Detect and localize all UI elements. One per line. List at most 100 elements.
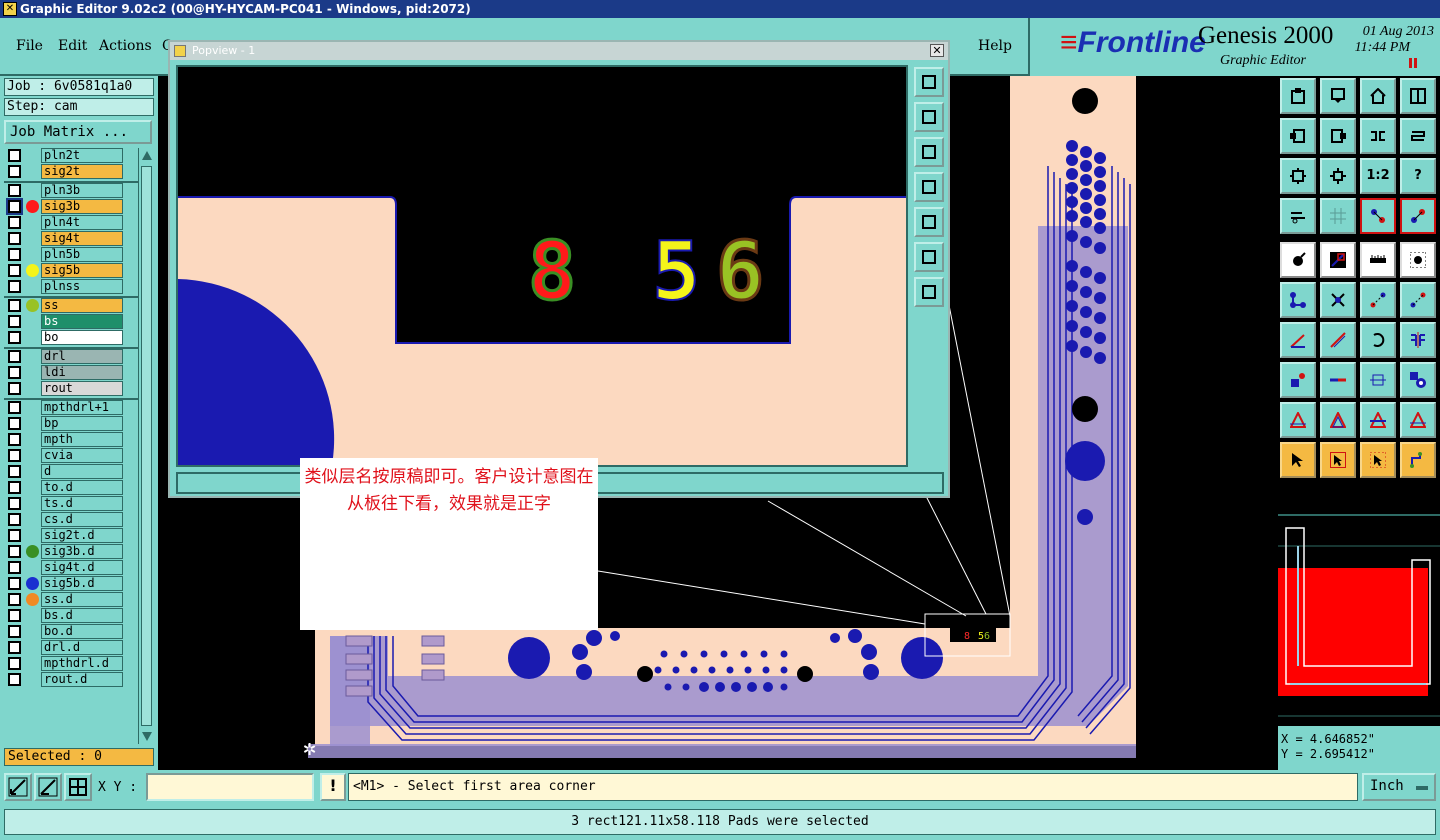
layer-name[interactable]: mpthdrl+1 [41, 400, 123, 415]
layer-checkbox[interactable] [8, 433, 21, 446]
layer-name[interactable]: ts.d [41, 496, 123, 511]
layer-name[interactable]: ss.d [41, 592, 123, 607]
layer-checkbox[interactable] [8, 165, 21, 178]
layer-checkbox[interactable] [8, 625, 21, 638]
alert-button[interactable]: ! [320, 773, 346, 801]
layer-name[interactable]: sig3b.d [41, 544, 123, 559]
fit-icon[interactable] [1280, 158, 1316, 194]
scroll-thumb[interactable] [141, 166, 152, 726]
layer-row-sig2t-d[interactable]: sig2t.d [4, 528, 138, 544]
layer-row-sig4t-d[interactable]: sig4t.d [4, 560, 138, 576]
pan-left-icon[interactable] [1280, 118, 1316, 154]
pause-icon[interactable] [1408, 58, 1418, 68]
layer-row-sig3b-d[interactable]: sig3b.d [4, 544, 138, 560]
layer-name[interactable]: cs.d [41, 512, 123, 527]
measure-icon[interactable] [1360, 362, 1396, 398]
home-icon[interactable] [1360, 78, 1396, 114]
open-icon[interactable] [1280, 78, 1316, 114]
window-icon[interactable] [1400, 78, 1436, 114]
layer-row-pln2t[interactable]: pln2t [4, 148, 138, 164]
popview-fit-button[interactable] [914, 242, 944, 272]
layer-checkbox[interactable] [8, 561, 21, 574]
scroll-up-icon[interactable] [142, 151, 152, 160]
xy-input[interactable] [146, 773, 314, 801]
layer-name[interactable]: sig2t [41, 164, 123, 179]
layer-checkbox[interactable] [8, 331, 21, 344]
layer-checkbox[interactable] [8, 513, 21, 526]
layer-name[interactable]: bs.d [41, 608, 123, 623]
layer-checkbox[interactable] [8, 657, 21, 670]
layer-name[interactable]: pln2t [41, 148, 123, 163]
layer-row-rout[interactable]: rout [4, 381, 138, 397]
layer-checkbox[interactable] [8, 545, 21, 558]
zoom-area-icon[interactable] [4, 773, 32, 801]
angle-icon[interactable] [1280, 322, 1316, 358]
grid-icon[interactable] [1320, 198, 1356, 234]
layer-checkbox[interactable] [8, 529, 21, 542]
pads-icon[interactable] [1400, 362, 1436, 398]
layer-name[interactable]: sig4t [41, 231, 123, 246]
layer-row-pln3b[interactable]: pln3b [4, 183, 138, 199]
layer-row-pln4t[interactable]: pln4t [4, 215, 138, 231]
layer-row-d[interactable]: d [4, 464, 138, 480]
popview-titlebar[interactable]: Popview - 1 ✕ [170, 42, 948, 60]
pad-place-icon[interactable] [1280, 362, 1316, 398]
layer-checkbox[interactable] [8, 609, 21, 622]
layer-name[interactable]: pln4t [41, 215, 123, 230]
job-matrix-button[interactable]: Job Matrix ... [4, 120, 152, 144]
measure-tool-icon[interactable] [34, 773, 62, 801]
layer-row-sig2t[interactable]: sig2t [4, 164, 138, 180]
line-tool-icon[interactable] [1320, 242, 1356, 278]
layer-name[interactable]: pln5b [41, 247, 123, 262]
layer-checkbox[interactable] [8, 593, 21, 606]
layer-name[interactable]: bp [41, 416, 123, 431]
layer-checkbox[interactable] [8, 673, 21, 686]
layer-row-cs-d[interactable]: cs.d [4, 512, 138, 528]
layer-name[interactable]: sig2t.d [41, 528, 123, 543]
help-icon[interactable]: ? [1400, 158, 1436, 194]
layer-checkbox[interactable] [8, 248, 21, 261]
net-icon[interactable] [1280, 282, 1316, 318]
layer-name[interactable]: sig5b [41, 263, 123, 278]
layer-row-sig5b[interactable]: sig5b [4, 263, 138, 279]
layer-row-ss[interactable]: ss [4, 298, 138, 314]
layer-name[interactable]: bs [41, 314, 123, 329]
layer-row-drl[interactable]: drl [4, 349, 138, 365]
menu-file[interactable]: File [16, 38, 43, 54]
layer-name[interactable]: drl [41, 349, 123, 364]
layer-checkbox[interactable] [8, 481, 21, 494]
layer-checkbox[interactable] [8, 417, 21, 430]
select-arrow-icon[interactable] [1280, 442, 1316, 478]
menu-help[interactable]: Help [978, 38, 1012, 54]
layer-checkbox[interactable] [8, 299, 21, 312]
segment-icon[interactable] [1320, 362, 1356, 398]
layer-row-bo[interactable]: bo [4, 330, 138, 346]
layer-row-ldi[interactable]: ldi [4, 365, 138, 381]
layer-checkbox[interactable] [8, 465, 21, 478]
layer-checkbox[interactable] [8, 350, 21, 363]
layer-name[interactable]: d [41, 464, 123, 479]
layer-row-bp[interactable]: bp [4, 416, 138, 432]
layer-name[interactable]: sig3b [41, 199, 123, 214]
select-net-icon[interactable] [1400, 442, 1436, 478]
mirror-icon[interactable] [1400, 322, 1436, 358]
select-box-icon[interactable] [1320, 442, 1356, 478]
layer-checkbox[interactable] [8, 382, 21, 395]
unit-selector[interactable]: Inch [1362, 773, 1436, 801]
layer-name[interactable]: bo [41, 330, 123, 345]
ruler-icon[interactable] [1360, 242, 1396, 278]
layer-checkbox[interactable] [8, 366, 21, 379]
popview-pan-down-button[interactable] [914, 137, 944, 167]
save-icon[interactable] [1320, 78, 1356, 114]
swap-icon[interactable] [1360, 118, 1396, 154]
layer-name[interactable]: sig5b.d [41, 576, 123, 591]
layer-checkbox[interactable] [8, 280, 21, 293]
connect-icon[interactable] [1400, 198, 1436, 234]
layer-checkbox[interactable] [8, 577, 21, 590]
settings-icon[interactable] [1280, 198, 1316, 234]
layer-row-cvia[interactable]: cvia [4, 448, 138, 464]
layer-row-to-d[interactable]: to.d [4, 480, 138, 496]
layer-row-sig3b[interactable]: sig3b [4, 199, 138, 215]
layer-row-bo-d[interactable]: bo.d [4, 624, 138, 640]
layer-row-pln5b[interactable]: pln5b [4, 247, 138, 263]
